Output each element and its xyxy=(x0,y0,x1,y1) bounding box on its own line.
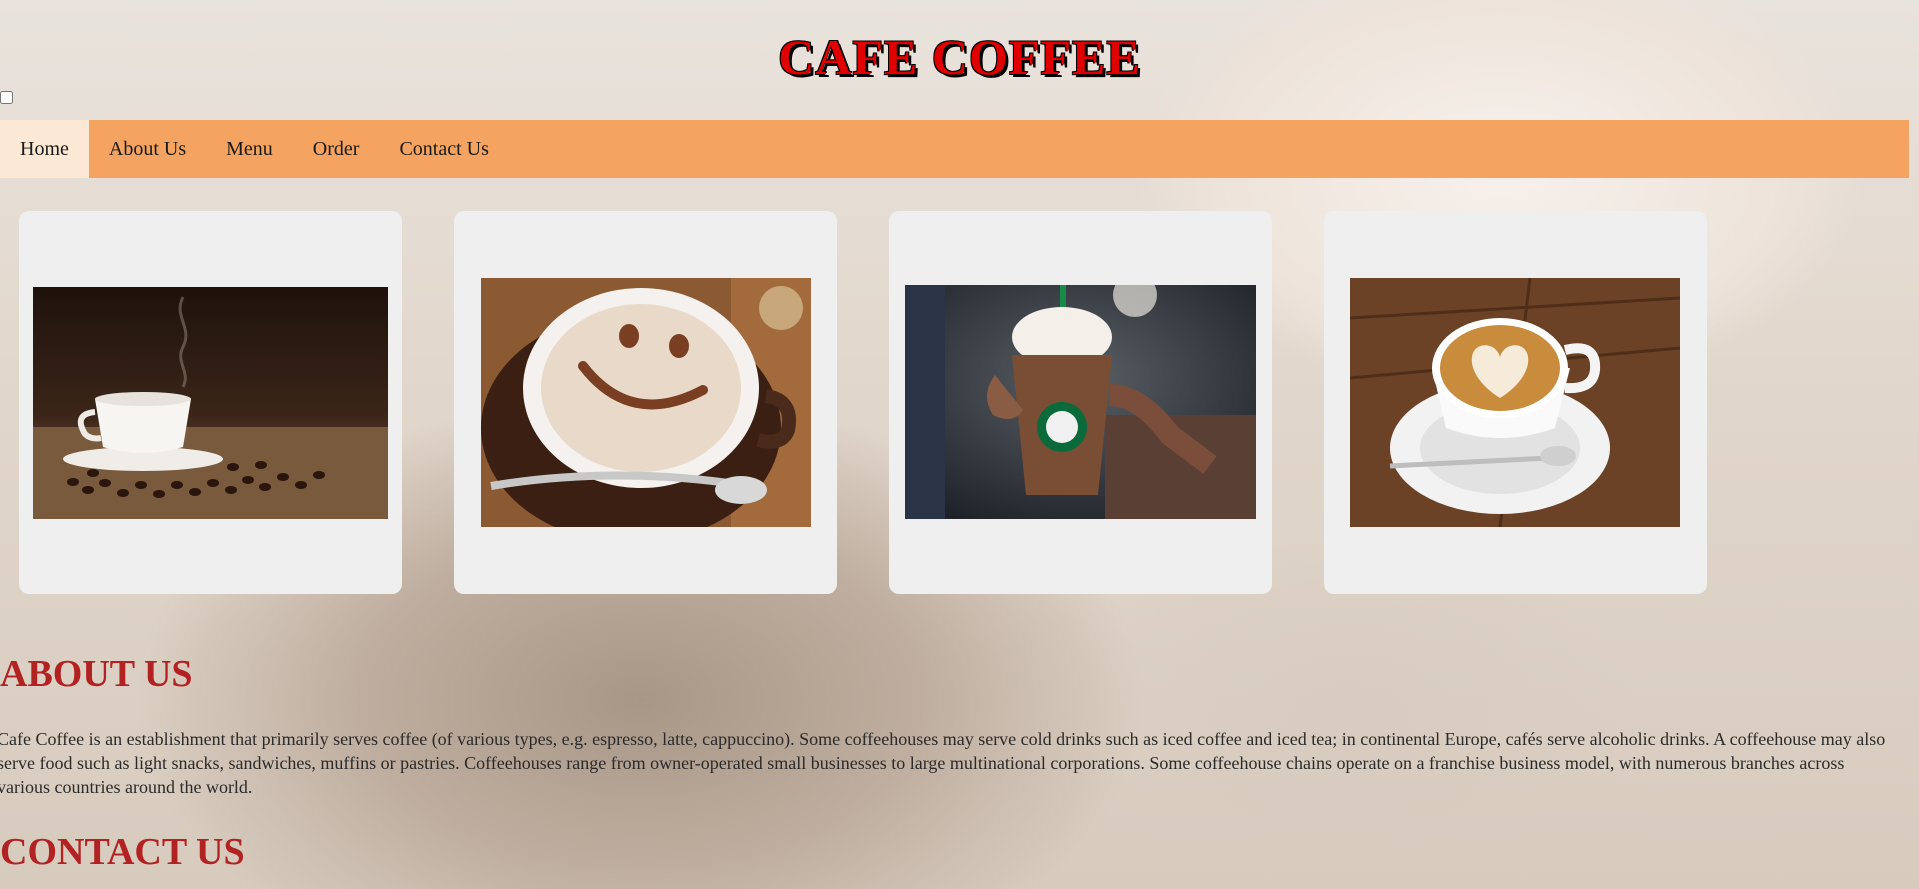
gallery-card xyxy=(454,211,837,594)
nav-contact-us[interactable]: Contact Us xyxy=(379,120,508,178)
frappuccino-image xyxy=(905,285,1256,519)
about-us-heading: ABOUT US xyxy=(0,653,193,695)
gallery-card xyxy=(19,211,402,594)
smiley-cappuccino-image xyxy=(481,278,811,527)
nav-home[interactable]: Home xyxy=(0,120,89,178)
gallery-card xyxy=(1324,211,1707,594)
site-title: CAFE COFFEE xyxy=(778,29,1141,85)
nav-about-us[interactable]: About Us xyxy=(89,120,206,178)
nav-menu[interactable]: Menu xyxy=(206,120,293,178)
nav-order[interactable]: Order xyxy=(293,120,380,178)
latte-art-image xyxy=(1350,278,1680,527)
gallery-card xyxy=(889,211,1272,594)
contact-us-heading: CONTACT US xyxy=(0,831,245,873)
main-navbar: Home About Us Menu Order Contact Us xyxy=(0,120,1909,178)
menu-toggle-checkbox[interactable] xyxy=(0,91,13,104)
coffee-cup-beans-image xyxy=(33,287,388,519)
about-us-text: Cafe Coffee is an establishment that pri… xyxy=(0,729,1886,797)
